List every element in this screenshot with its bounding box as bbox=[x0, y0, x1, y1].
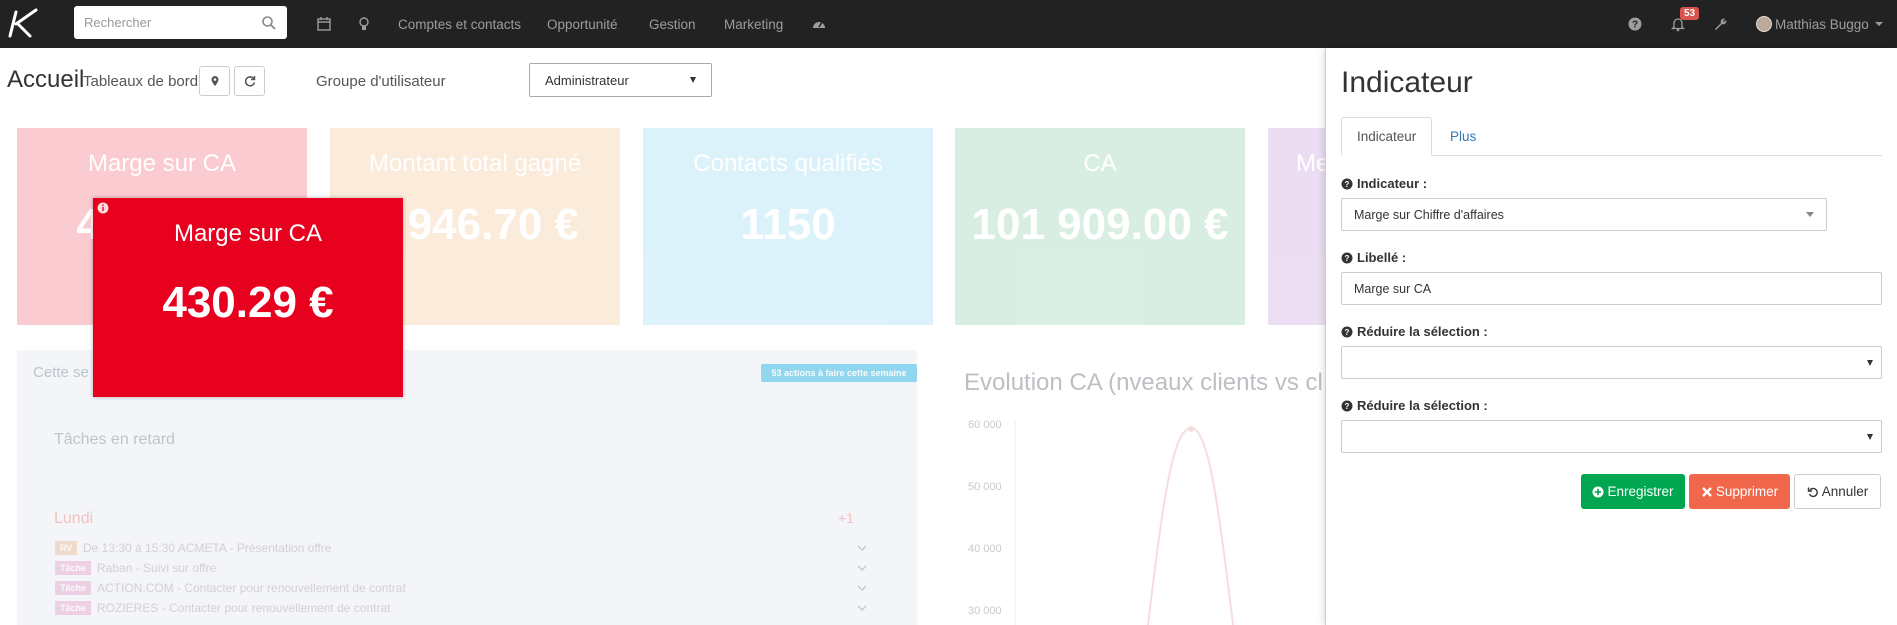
chevron-down-icon[interactable] bbox=[857, 545, 867, 551]
delete-button[interactable]: Supprimer bbox=[1689, 474, 1790, 509]
label-field-label: ? Libellé : bbox=[1341, 250, 1406, 265]
sidebar-title: Indicateur bbox=[1341, 66, 1473, 99]
question-icon: ? bbox=[1341, 326, 1353, 337]
y-tick-label: 50 000 bbox=[968, 481, 1002, 493]
svg-text:?: ? bbox=[1345, 328, 1350, 337]
chevron-down-icon bbox=[1874, 22, 1883, 26]
kpi-tile-ca[interactable]: CA 101 909.00 € bbox=[955, 128, 1245, 325]
reduce-selection-label: ? Réduire la sélection : bbox=[1341, 398, 1488, 413]
dropdown-arrow-icon bbox=[1867, 433, 1873, 440]
task-tag: RV bbox=[55, 541, 77, 555]
task-row[interactable]: RV De 13:30 à 15:30 ACMETA - Présentatio… bbox=[55, 541, 331, 555]
tab-indicateur[interactable]: Indicateur bbox=[1341, 117, 1432, 156]
close-icon bbox=[1702, 486, 1712, 497]
tasks-panel-heading: Cette se bbox=[33, 364, 89, 381]
chevron-down-icon[interactable] bbox=[857, 585, 867, 591]
task-row[interactable]: Tâche ACTION.COM - Contacter pour renouv… bbox=[55, 581, 406, 595]
tasks-count-badge: 53 actions à faire cette semaine bbox=[761, 364, 917, 382]
task-row[interactable]: Tâche Raban - Suivi sur offre bbox=[55, 561, 216, 575]
reduce-selection-label: ? Réduire la sélection : bbox=[1341, 324, 1488, 339]
kpi-tile-partial[interactable]: Me bbox=[1268, 128, 1325, 325]
undo-icon bbox=[1807, 487, 1818, 497]
svg-text:?: ? bbox=[1345, 180, 1350, 189]
y-tick-label: 40 000 bbox=[968, 543, 1002, 555]
reduce-selection-select-1[interactable] bbox=[1341, 346, 1882, 379]
indicator-select[interactable]: Marge sur Chiffre d'affaires bbox=[1341, 198, 1827, 231]
plus-circle-icon bbox=[1592, 486, 1604, 497]
chevron-down-icon[interactable] bbox=[857, 565, 867, 571]
question-icon: ? bbox=[1341, 400, 1353, 411]
late-tasks-heading: Tâches en retard bbox=[54, 431, 175, 448]
save-button[interactable]: Enregistrer bbox=[1581, 474, 1685, 509]
label-input[interactable]: Marge sur CA bbox=[1341, 272, 1882, 305]
question-icon: ? bbox=[1341, 252, 1353, 263]
kpi-preview-title: Marge sur CA bbox=[173, 220, 323, 247]
chart-title: Evolution CA (nveaux clients vs cl bbox=[964, 369, 1323, 396]
help-button[interactable]: ? bbox=[1627, 0, 1643, 48]
svg-text:?: ? bbox=[1345, 254, 1350, 263]
dropdown-arrow-icon bbox=[1806, 212, 1814, 217]
settings-button[interactable] bbox=[1712, 0, 1728, 48]
user-menu[interactable]: Matthias Buggo bbox=[1756, 0, 1883, 48]
cancel-button[interactable]: Annuler bbox=[1794, 474, 1881, 509]
task-tag: Tâche bbox=[55, 561, 91, 575]
dropdown-arrow-icon bbox=[1867, 359, 1873, 366]
indicator-field-label: ? Indicateur : bbox=[1341, 176, 1427, 191]
notification-badge: 53 bbox=[1680, 7, 1700, 20]
kpi-tile-contacts[interactable]: Contacts qualifiés 1150 bbox=[643, 128, 933, 325]
avatar bbox=[1756, 16, 1772, 32]
question-icon: ? bbox=[1341, 178, 1353, 189]
tab-plus[interactable]: Plus bbox=[1435, 117, 1491, 156]
day-count: +1 bbox=[838, 510, 854, 526]
kpi-preview-value: 430.29 € bbox=[162, 278, 334, 327]
svg-text:?: ? bbox=[1632, 20, 1638, 31]
wrench-icon bbox=[1715, 18, 1727, 30]
task-tag: Tâche bbox=[55, 601, 91, 615]
task-row[interactable]: Tâche ROZIERES - Contacter pour renouvel… bbox=[55, 601, 390, 615]
svg-text:?: ? bbox=[1345, 402, 1350, 411]
y-tick-label: 60 000 bbox=[968, 419, 1002, 431]
task-tag: Tâche bbox=[55, 581, 91, 595]
question-icon: ? bbox=[1628, 17, 1642, 31]
y-tick-label: 30 000 bbox=[968, 605, 1002, 617]
info-icon bbox=[97, 202, 109, 214]
day-heading: Lundi bbox=[54, 510, 94, 527]
user-name: Matthias Buggo bbox=[1775, 16, 1869, 32]
kpi-tile-preview[interactable]: Marge sur CA 430.29 € bbox=[93, 198, 403, 397]
reduce-selection-select-2[interactable] bbox=[1341, 420, 1882, 453]
chart-plot bbox=[1014, 420, 1234, 625]
chevron-down-icon[interactable] bbox=[857, 605, 867, 611]
